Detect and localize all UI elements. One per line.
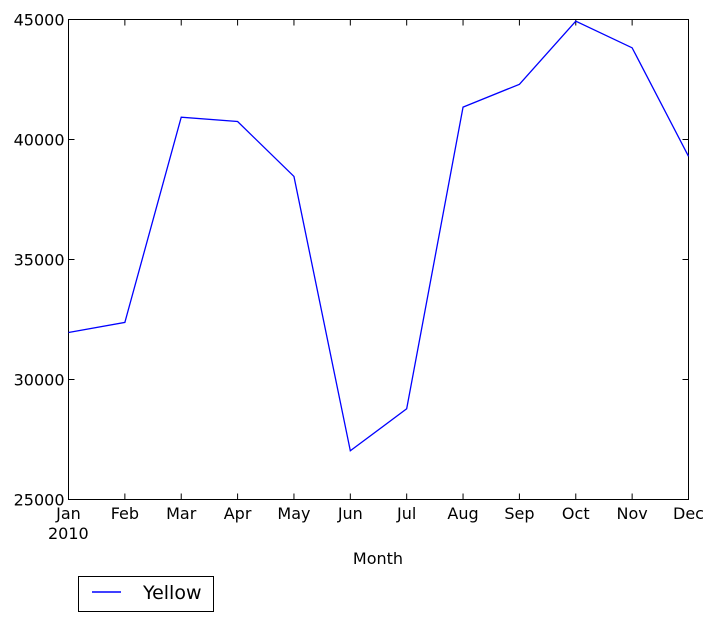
x-tick-label: Feb (111, 504, 139, 523)
series-layer (68, 20, 690, 452)
legend-label: Yellow (142, 582, 202, 604)
plot-area (68, 19, 689, 500)
x-tick-label: Jun (337, 504, 363, 523)
x-tick-label: Aug (447, 504, 478, 523)
legend: Yellow (78, 576, 214, 612)
x-axis-label: Month (353, 549, 403, 568)
series-line-yellow (68, 20, 690, 452)
x-tick-label: Mar (166, 504, 197, 523)
x-tick-label: Nov (617, 504, 648, 523)
plot-frame (68, 19, 689, 500)
line-chart: 2500030000350004000045000 Jan Feb Mar Apr Ma… (14, 11, 704, 612)
x-tick-label: Dec (673, 504, 704, 523)
y-tick-label: 45000 (14, 11, 65, 30)
x-tick-label: Oct (562, 504, 590, 523)
x-tick-label: Sep (504, 504, 534, 523)
x-tick-label: Apr (224, 504, 252, 523)
x-tick-label: Jan (55, 504, 81, 523)
x-axis: Jan Feb Mar Apr May Jun Jul Aug Sep Oct Nov Dec (55, 19, 704, 523)
x-tick-label: May (277, 504, 310, 523)
y-axis: 2500030000350004000045000 (14, 11, 689, 510)
x-tick-label: Jul (396, 504, 416, 523)
y-tick-label: 35000 (14, 251, 65, 270)
y-tick-label: 40000 (14, 131, 65, 150)
x-axis-year-label: 2010 (48, 524, 89, 543)
y-tick-label: 30000 (14, 371, 65, 390)
